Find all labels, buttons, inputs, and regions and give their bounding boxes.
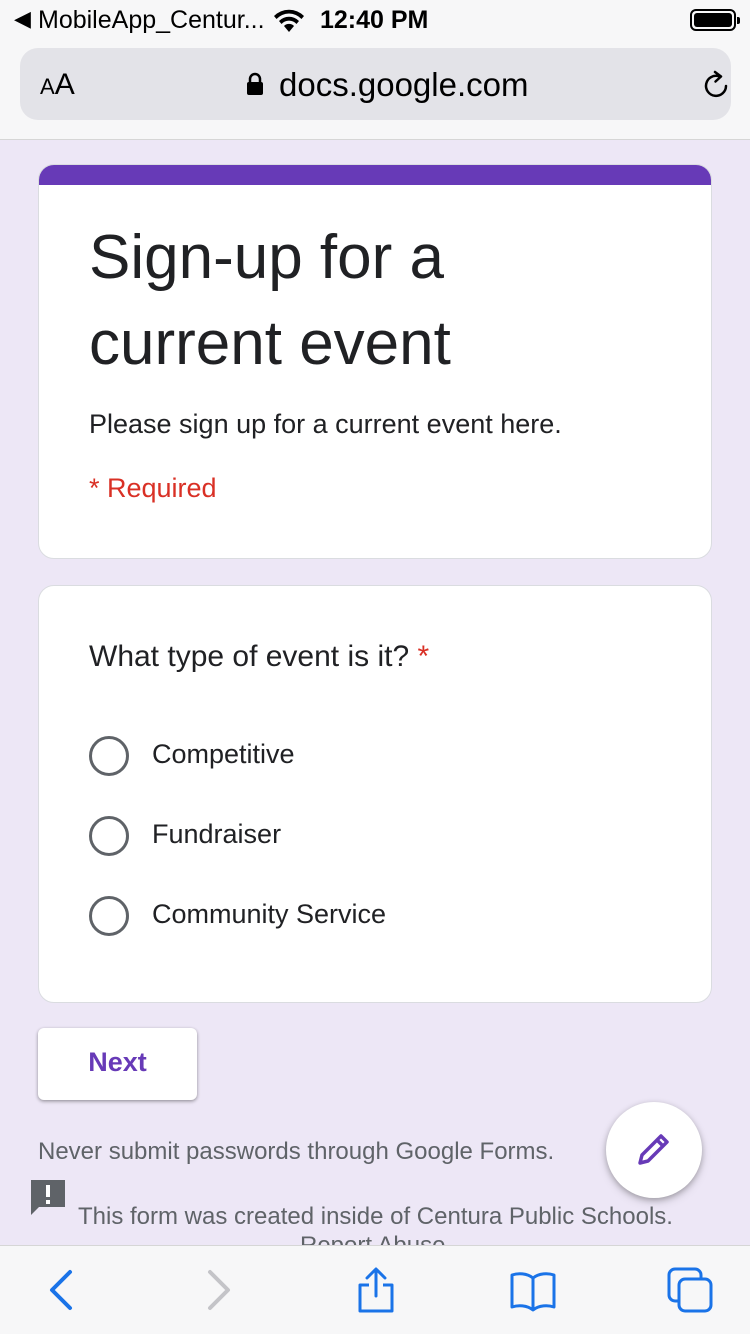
tabs-icon[interactable] <box>666 1266 714 1314</box>
text-size-button[interactable]: AA <box>40 68 75 102</box>
lock-icon <box>247 72 263 95</box>
browser-bottom-toolbar <box>0 1245 750 1334</box>
clock: 12:40 PM <box>320 6 429 34</box>
next-button-label[interactable]: Next <box>38 1047 197 1078</box>
radio-button[interactable] <box>89 896 129 936</box>
address-bar[interactable]: AA docs.google.com <box>20 48 731 120</box>
browser-toolbar: AA docs.google.com <box>0 42 750 140</box>
option-label[interactable]: Fundraiser <box>152 819 281 850</box>
form-accent-bar <box>39 165 711 185</box>
next-button[interactable]: Next <box>38 1028 197 1100</box>
radio-option-competitive[interactable]: Competitive <box>87 734 647 778</box>
required-note: * Required <box>89 473 217 503</box>
chevron-right-icon[interactable] <box>194 1266 242 1314</box>
option-label[interactable]: Community Service <box>152 899 386 930</box>
reload-icon[interactable] <box>700 69 732 101</box>
share-icon[interactable] <box>352 1266 400 1314</box>
back-to-app-label[interactable]: MobileApp_Centur... <box>38 6 265 35</box>
radio-button[interactable] <box>89 816 129 856</box>
edit-fab[interactable] <box>606 1102 702 1198</box>
pencil-icon <box>638 1134 669 1165</box>
form-title: Sign-up for a current event <box>89 223 451 378</box>
radio-option-community-service[interactable]: Community Service <box>87 894 647 938</box>
required-asterisk: * <box>417 640 430 673</box>
form-header-card: Sign-up for a current event Please sign … <box>38 164 712 559</box>
radio-button[interactable] <box>89 736 129 776</box>
status-bar: ◀ MobileApp_Centur... 12:40 PM <box>0 0 750 42</box>
password-warning: Never submit passwords through Google Fo… <box>38 1138 555 1165</box>
question-title: What type of event is it? * <box>89 640 430 673</box>
book-icon[interactable] <box>509 1266 557 1314</box>
option-label[interactable]: Competitive <box>152 739 295 770</box>
back-arrow-icon[interactable]: ◀ <box>14 6 31 32</box>
radio-option-fundraiser[interactable]: Fundraiser <box>87 814 647 858</box>
url-text[interactable]: docs.google.com <box>279 66 528 104</box>
org-note: This form was created inside of Centura … <box>78 1203 673 1230</box>
report-abuse-icon[interactable] <box>28 1177 68 1219</box>
battery-icon <box>690 9 740 31</box>
chevron-left-icon[interactable] <box>38 1266 86 1314</box>
question-card: What type of event is it? * Competitive … <box>38 585 712 1003</box>
wifi-icon <box>274 9 304 32</box>
form-description: Please sign up for a current event here. <box>89 409 562 439</box>
